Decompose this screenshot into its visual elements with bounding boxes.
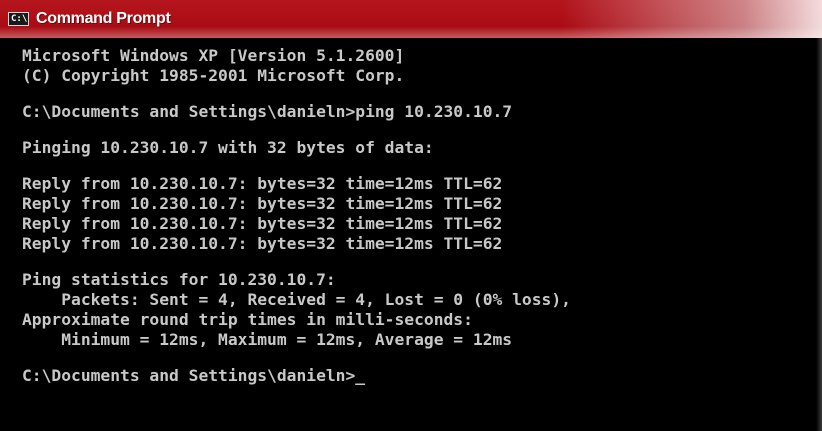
text-cursor: _ — [355, 366, 366, 385]
title-bar-fade — [562, 0, 822, 38]
rtt-line: Minimum = 12ms, Maximum = 12ms, Average … — [22, 330, 513, 349]
cmd-icon[interactable]: C:\ — [8, 12, 29, 26]
reply-line: Reply from 10.230.10.7: bytes=32 time=12… — [22, 234, 503, 253]
copyright-line: (C) Copyright 1985-2001 Microsoft Corp. — [22, 66, 405, 85]
command-prompt-window: C:\ Command Prompt Microsoft Windows XP … — [0, 0, 822, 431]
reply-line: Reply from 10.230.10.7: bytes=32 time=12… — [22, 194, 503, 213]
version-line: Microsoft Windows XP [Version 5.1.2600] — [22, 46, 405, 65]
console-output[interactable]: Microsoft Windows XP [Version 5.1.2600] … — [0, 38, 816, 431]
cmd-icon-label: C:\ — [11, 13, 28, 24]
prompt-text: C:\Documents and Settings\danieln> — [22, 366, 356, 385]
reply-line: Reply from 10.230.10.7: bytes=32 time=12… — [22, 214, 503, 233]
packets-line: Packets: Sent = 4, Received = 4, Lost = … — [22, 290, 571, 309]
prompt-line[interactable]: C:\Documents and Settings\danieln>_ — [22, 366, 816, 386]
pinging-line: Pinging 10.230.10.7 with 32 bytes of dat… — [22, 138, 434, 157]
command-line: C:\Documents and Settings\danieln>ping 1… — [22, 102, 513, 121]
window-title: Command Prompt — [36, 10, 171, 27]
stats-header: Ping statistics for 10.230.10.7: — [22, 270, 336, 289]
title-bar[interactable]: C:\ Command Prompt — [0, 0, 822, 38]
rtt-header: Approximate round trip times in milli-se… — [22, 310, 473, 329]
reply-line: Reply from 10.230.10.7: bytes=32 time=12… — [22, 174, 503, 193]
window-right-edge — [816, 38, 822, 431]
